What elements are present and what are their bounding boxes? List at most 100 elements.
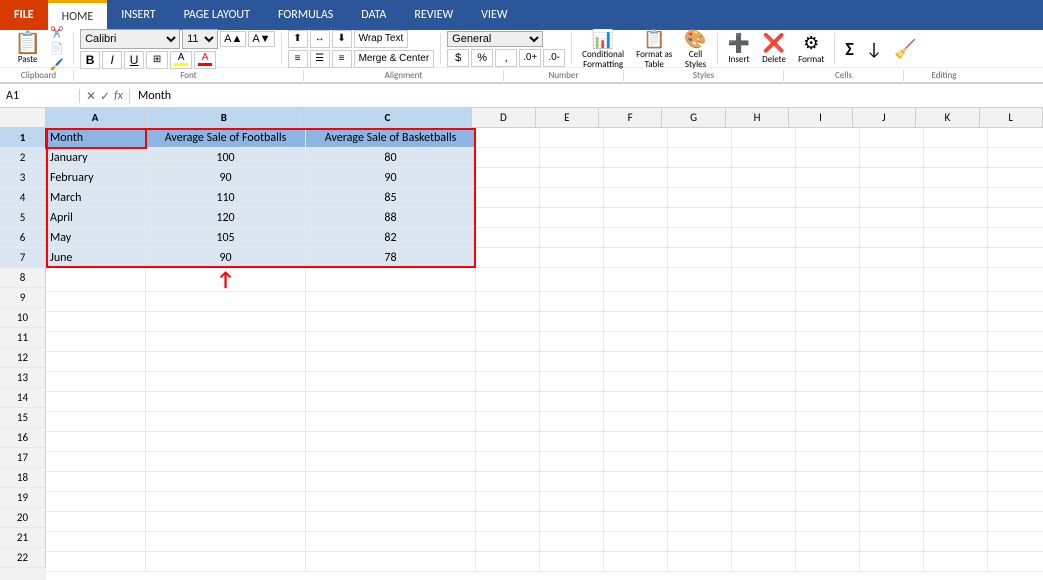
cell-a11[interactable]	[46, 332, 146, 352]
cell-i2[interactable]	[796, 148, 860, 168]
cell-b9[interactable]	[146, 292, 306, 312]
cell-a14[interactable]	[46, 392, 146, 412]
row-header-11[interactable]: 11	[0, 328, 46, 348]
cell-a3[interactable]: February	[46, 168, 146, 188]
cell-a10[interactable]	[46, 312, 146, 332]
cell-g2[interactable]	[668, 148, 732, 168]
cell-h16[interactable]	[732, 432, 796, 452]
cut-button[interactable]: ✂️	[47, 25, 67, 40]
cell-e14[interactable]	[540, 392, 604, 412]
cell-e16[interactable]	[540, 432, 604, 452]
cell-i17[interactable]	[796, 452, 860, 472]
cell-e6[interactable]	[540, 228, 604, 248]
delete-button[interactable]: ❌ Delete	[758, 30, 790, 67]
cell-j3[interactable]	[860, 168, 924, 188]
cell-f10[interactable]	[604, 312, 668, 332]
cell-k10[interactable]	[924, 312, 988, 332]
cell-k3[interactable]	[924, 168, 988, 188]
cell-c21[interactable]	[306, 532, 476, 552]
cell-k20[interactable]	[924, 512, 988, 532]
row-header-6[interactable]: 6	[0, 228, 46, 248]
cell-g4[interactable]	[668, 188, 732, 208]
cell-l17[interactable]	[988, 452, 1043, 472]
font-color-button[interactable]: A	[194, 51, 216, 69]
cell-b1[interactable]: Average Sale of Footballs	[146, 128, 306, 148]
cell-i5[interactable]	[796, 208, 860, 228]
cell-j20[interactable]	[860, 512, 924, 532]
cell-c17[interactable]	[306, 452, 476, 472]
cell-f6[interactable]	[604, 228, 668, 248]
cell-a19[interactable]	[46, 492, 146, 512]
cell-h4[interactable]	[732, 188, 796, 208]
cell-b17[interactable]	[146, 452, 306, 472]
cell-g5[interactable]	[668, 208, 732, 228]
cell-a16[interactable]	[46, 432, 146, 452]
cell-i6[interactable]	[796, 228, 860, 248]
cell-b13[interactable]	[146, 372, 306, 392]
cell-h15[interactable]	[732, 412, 796, 432]
currency-button[interactable]: $	[447, 49, 469, 67]
col-header-d[interactable]: D	[472, 108, 535, 127]
cell-h3[interactable]	[732, 168, 796, 188]
cell-k9[interactable]	[924, 292, 988, 312]
cell-g16[interactable]	[668, 432, 732, 452]
align-middle-button[interactable]: ↔	[310, 30, 330, 48]
cell-f19[interactable]	[604, 492, 668, 512]
cell-j9[interactable]	[860, 292, 924, 312]
cell-c14[interactable]	[306, 392, 476, 412]
cell-k14[interactable]	[924, 392, 988, 412]
cell-l22[interactable]	[988, 552, 1043, 572]
cell-a21[interactable]	[46, 532, 146, 552]
row-header-7[interactable]: 7	[0, 248, 46, 268]
italic-button[interactable]: I	[102, 51, 122, 69]
cell-h5[interactable]	[732, 208, 796, 228]
cell-k8[interactable]	[924, 268, 988, 292]
percent-button[interactable]: %	[471, 49, 493, 67]
cell-f8[interactable]	[604, 268, 668, 292]
cell-k1[interactable]	[924, 128, 988, 148]
cell-i8[interactable]	[796, 268, 860, 292]
row-header-3[interactable]: 3	[0, 168, 46, 188]
tab-view[interactable]: VIEW	[467, 0, 521, 30]
cell-d10[interactable]	[476, 312, 540, 332]
cell-h2[interactable]	[732, 148, 796, 168]
border-button[interactable]: ⊞	[146, 51, 168, 69]
cell-f20[interactable]	[604, 512, 668, 532]
cell-j4[interactable]	[860, 188, 924, 208]
cell-f1[interactable]	[604, 128, 668, 148]
cell-i19[interactable]	[796, 492, 860, 512]
cell-h17[interactable]	[732, 452, 796, 472]
cell-k6[interactable]	[924, 228, 988, 248]
cell-c2[interactable]: 80	[306, 148, 476, 168]
cell-i4[interactable]	[796, 188, 860, 208]
cell-f9[interactable]	[604, 292, 668, 312]
cell-i1[interactable]	[796, 128, 860, 148]
cell-c9[interactable]	[306, 292, 476, 312]
cell-d21[interactable]	[476, 532, 540, 552]
cell-e17[interactable]	[540, 452, 604, 472]
cell-d14[interactable]	[476, 392, 540, 412]
cell-a15[interactable]	[46, 412, 146, 432]
cell-g1[interactable]	[668, 128, 732, 148]
cell-k17[interactable]	[924, 452, 988, 472]
cell-h18[interactable]	[732, 472, 796, 492]
cell-k19[interactable]	[924, 492, 988, 512]
cell-i14[interactable]	[796, 392, 860, 412]
cell-d5[interactable]	[476, 208, 540, 228]
cell-i3[interactable]	[796, 168, 860, 188]
cell-i22[interactable]	[796, 552, 860, 572]
increase-decimal-button[interactable]: .0+	[519, 49, 541, 67]
row-header-22[interactable]: 22	[0, 548, 46, 568]
cancel-formula-button[interactable]: ✕	[86, 89, 96, 103]
cell-g22[interactable]	[668, 552, 732, 572]
cell-k22[interactable]	[924, 552, 988, 572]
cell-k11[interactable]	[924, 332, 988, 352]
cell-j10[interactable]	[860, 312, 924, 332]
cell-b22[interactable]	[146, 552, 306, 572]
underline-button[interactable]: U	[124, 51, 144, 69]
col-header-h[interactable]: H	[726, 108, 789, 127]
cell-k12[interactable]	[924, 352, 988, 372]
cell-l11[interactable]	[988, 332, 1043, 352]
font-family-select[interactable]: Calibri	[80, 29, 180, 49]
copy-button[interactable]: 📄	[47, 41, 67, 56]
